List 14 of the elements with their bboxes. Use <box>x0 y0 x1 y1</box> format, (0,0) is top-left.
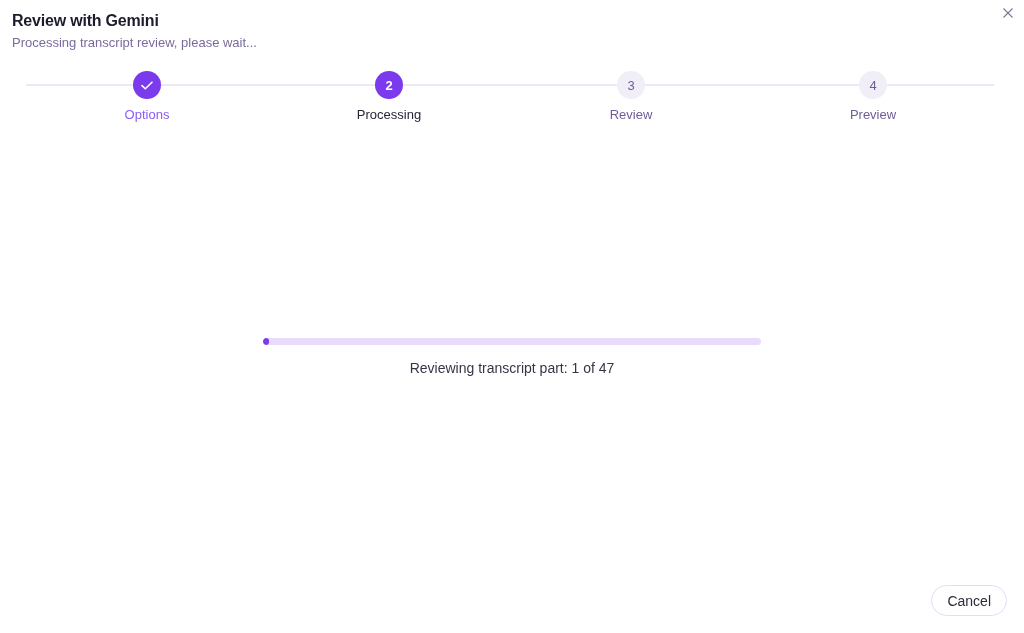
close-button[interactable] <box>1003 8 1013 18</box>
cancel-button[interactable]: Cancel <box>931 585 1007 616</box>
step-number: 3 <box>617 71 645 99</box>
check-icon <box>141 80 153 90</box>
step-label: Options <box>124 107 170 123</box>
step-label: Preview <box>849 107 897 123</box>
dialog-title: Review with Gemini <box>12 11 160 31</box>
progress-status: Reviewing transcript part: 1 of 47 <box>409 359 615 377</box>
step-label: Review <box>609 107 653 123</box>
dialog-subtitle: Processing transcript review, please wait... <box>12 35 257 51</box>
step-number: 4 <box>859 71 887 99</box>
step-number: 2 <box>375 71 403 99</box>
close-icon <box>1003 8 1013 18</box>
step-label: Processing <box>356 107 422 123</box>
